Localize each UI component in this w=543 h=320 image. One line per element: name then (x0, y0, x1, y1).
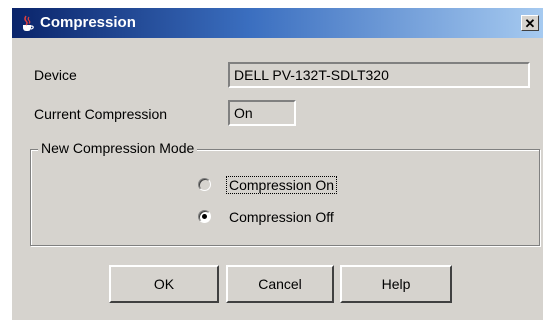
compression-mode-group (30, 149, 540, 246)
close-button[interactable]: ✕ (521, 15, 539, 31)
cancel-button[interactable]: Cancel (226, 265, 334, 303)
current-compression-field: On (228, 100, 296, 126)
compression-off-label[interactable]: Compression Off (229, 209, 334, 225)
device-label: Device (34, 67, 77, 83)
compression-mode-group-title: New Compression Mode (38, 140, 198, 156)
compression-dialog: Compression ✕ Device DELL PV-132T-SDLT32… (12, 8, 543, 320)
current-compression-label: Current Compression (34, 106, 168, 122)
java-cup-icon (23, 15, 34, 31)
compression-on-label-text: Compression On (226, 176, 338, 194)
compression-on-label[interactable]: Compression On (226, 176, 338, 194)
window-title: Compression (40, 14, 136, 31)
title-bar[interactable]: Compression ✕ (12, 8, 543, 38)
compression-on-radio[interactable] (198, 178, 211, 191)
help-button[interactable]: Help (340, 265, 452, 303)
close-icon: ✕ (524, 16, 536, 31)
radio-selected-dot (202, 214, 207, 219)
ok-button[interactable]: OK (109, 265, 219, 303)
compression-off-radio[interactable] (198, 210, 211, 223)
device-field: DELL PV-132T-SDLT320 (228, 62, 530, 88)
